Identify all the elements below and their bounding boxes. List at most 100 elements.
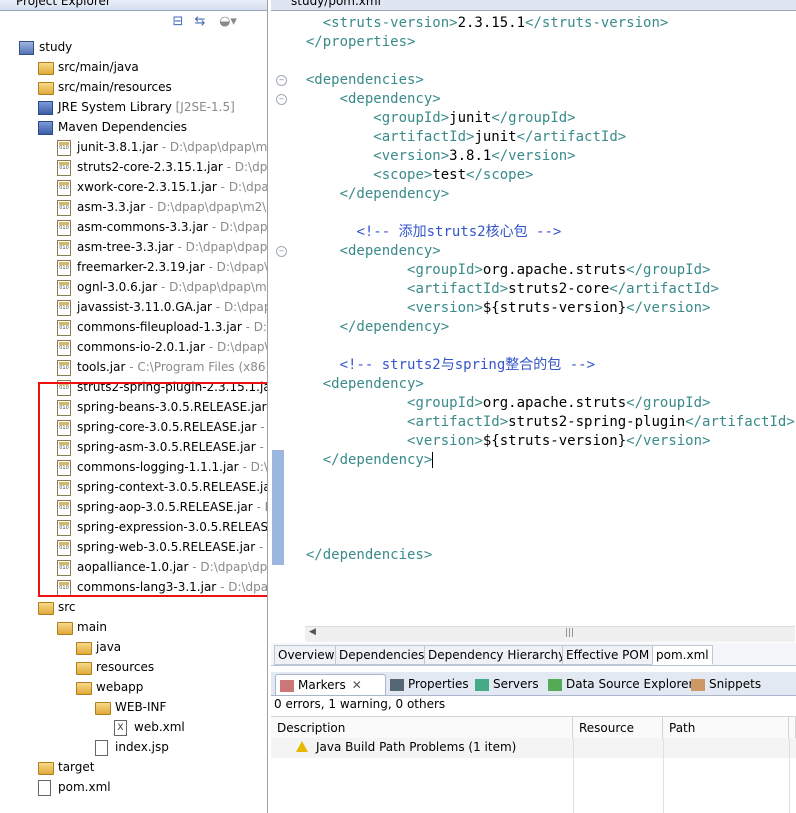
view-tab-servers[interactable]: Servers xyxy=(475,674,539,694)
code-line[interactable]: <version>${struts-version}</version> xyxy=(289,299,710,318)
tree-item[interactable]: src xyxy=(0,597,267,617)
tree-item[interactable]: study xyxy=(0,37,267,57)
tree-item[interactable]: 010 commons-logging-1.1.1.jar - D:\ xyxy=(0,457,267,477)
code-line[interactable]: <groupId>junit</groupId> xyxy=(289,109,575,128)
pom-tab-dependencies[interactable]: Dependencies xyxy=(335,645,429,665)
code-line[interactable]: <scope>test</scope> xyxy=(289,166,533,185)
tree-item[interactable]: JRE System Library [J2SE-1.5] xyxy=(0,97,267,117)
pom-tab-overview[interactable]: Overview xyxy=(274,645,339,665)
tree-item-label: src/main/java xyxy=(58,60,139,74)
link-with-editor-icon[interactable]: ⇆ xyxy=(192,14,208,30)
code-line[interactable]: <groupId>org.apache.struts</groupId> xyxy=(289,261,710,280)
tree-item[interactable]: 010 commons-fileupload-1.3.jar - D:\ xyxy=(0,317,267,337)
tree-item[interactable]: 010 spring-beans-3.0.5.RELEASE.jar - D xyxy=(0,397,267,417)
tree-item[interactable]: 010 asm-3.3.jar - D:\dpap\dpap\m2\ xyxy=(0,197,267,217)
collapse-all-icon[interactable]: ⊟ xyxy=(170,14,186,30)
view-tab-markers[interactable]: Markers ✕ xyxy=(275,674,386,695)
view-tab-data-source-explorer[interactable]: Data Source Explorer xyxy=(548,674,693,694)
view-tab-properties[interactable]: Properties xyxy=(390,674,469,694)
code-line[interactable]: <dependencies> xyxy=(289,71,424,90)
tree-item[interactable]: webapp xyxy=(0,677,267,697)
pom-tab-pom-xml[interactable]: pom.xml xyxy=(652,645,713,665)
xml-value: ${struts-version} xyxy=(482,433,627,449)
editor-tab-pom[interactable]: study/pom.xml xyxy=(291,0,381,8)
tree-item[interactable]: src/main/java xyxy=(0,57,267,77)
scroll-grip-icon[interactable]: ||| xyxy=(565,628,574,638)
code-line[interactable]: </properties> xyxy=(289,33,416,52)
scroll-left-icon[interactable]: ◀ xyxy=(309,627,316,637)
tree-item[interactable]: Xweb.xml xyxy=(0,717,267,737)
tree-item[interactable]: 010 junit-3.8.1.jar - D:\dpap\dpap\m xyxy=(0,137,267,157)
column-header-path[interactable]: Path xyxy=(663,717,789,739)
editor-tab-bar: study/pom.xml xyxy=(271,0,796,11)
tree-item[interactable]: index.jsp xyxy=(0,737,267,757)
tree-item[interactable]: 010 struts2-core-2.3.15.1.jar - D:\dpa xyxy=(0,157,267,177)
tree-item[interactable]: WEB-INF xyxy=(0,697,267,717)
tree-item-label: target xyxy=(58,760,95,774)
tree-item[interactable]: 010 freemarker-2.3.19.jar - D:\dpap\ xyxy=(0,257,267,277)
project-tree[interactable]: study src/main/java src/main/resources JRE … xyxy=(0,37,267,797)
view-tab-label: Data Source Explorer xyxy=(566,677,694,691)
xml-tag: <artifactId> xyxy=(407,414,509,430)
tree-item[interactable]: 010 commons-lang3-3.1.jar - D:\dpa xyxy=(0,577,267,597)
tree-item[interactable]: 010 spring-context-3.0.5.RELEASE.jar xyxy=(0,477,267,497)
jar-icon: 010 xyxy=(57,260,71,276)
tree-item[interactable]: 010 commons-io-2.0.1.jar - D:\dpap\ xyxy=(0,337,267,357)
tree-item[interactable]: main xyxy=(0,617,267,637)
tree-item[interactable]: pom.xml xyxy=(0,777,267,797)
tree-item[interactable]: 010 spring-core-3.0.5.RELEASE.jar - D xyxy=(0,417,267,437)
code-line[interactable]: </dependencies> xyxy=(289,546,432,565)
column-header-resource[interactable]: Resource xyxy=(573,717,663,739)
code-line[interactable]: <!-- struts2与spring整合的包 --> xyxy=(289,356,595,375)
tree-item[interactable]: Maven Dependencies xyxy=(0,117,267,137)
code-line[interactable]: </dependency> xyxy=(289,185,450,204)
xml-tag: </artifactId> xyxy=(609,281,719,297)
close-icon[interactable]: ✕ xyxy=(352,678,362,692)
tree-item[interactable]: 010 aopalliance-1.0.jar - D:\dpap\dp xyxy=(0,557,267,577)
view-menu-icon[interactable]: ◒▾ xyxy=(214,14,242,30)
tree-item[interactable]: 010 ognl-3.0.6.jar - D:\dpap\dpap\m xyxy=(0,277,267,297)
code-line[interactable]: <version>3.8.1</version> xyxy=(289,147,575,166)
code-line[interactable]: <artifactId>struts2-core</artifactId> xyxy=(289,280,719,299)
code-line[interactable]: <struts-version>2.3.15.1</struts-version… xyxy=(289,14,669,33)
markers-table[interactable]: DescriptionResourcePathL Java Build Path… xyxy=(271,716,796,813)
view-title[interactable]: Project Explorer xyxy=(16,0,111,8)
code-line[interactable]: <dependency> xyxy=(289,375,424,394)
tree-item-label: junit-3.8.1.jar - D:\dpap\dpap\m xyxy=(77,140,268,154)
horizontal-scrollbar[interactable]: ◀ ||| xyxy=(305,626,795,642)
tree-item[interactable]: target xyxy=(0,757,267,777)
xml-source-editor[interactable]: <struts-version>2.3.15.1</struts-version… xyxy=(285,11,796,626)
code-line[interactable]: </dependency> xyxy=(289,318,450,337)
tree-item-label: web.xml xyxy=(134,720,185,734)
code-line[interactable]: </dependency> xyxy=(289,451,434,470)
column-header-description[interactable]: Description xyxy=(271,717,573,739)
tree-item[interactable]: 010 spring-web-3.0.5.RELEASE.jar - D xyxy=(0,537,267,557)
pom-tab-effective-pom[interactable]: Effective POM xyxy=(562,645,654,665)
tree-item-label: struts2-spring-plugin-2.3.15.1.jar xyxy=(77,380,268,394)
tree-item[interactable]: 010 tools.jar - C:\Program Files (x86) xyxy=(0,357,267,377)
tree-item[interactable]: 010 asm-commons-3.3.jar - D:\dpap xyxy=(0,217,267,237)
code-line[interactable]: <dependency> xyxy=(289,242,441,261)
table-row[interactable]: Java Build Path Problems (1 item) xyxy=(271,738,796,758)
tree-item[interactable]: 010 asm-tree-3.3.jar - D:\dpap\dpap xyxy=(0,237,267,257)
code-line[interactable]: <dependency> xyxy=(289,90,441,109)
tree-item[interactable]: resources xyxy=(0,657,267,677)
tree-item[interactable]: 010 javassist-3.11.0.GA.jar - D:\dpap\ xyxy=(0,297,267,317)
code-line[interactable]: <artifactId>junit</artifactId> xyxy=(289,128,626,147)
tree-item[interactable]: 010 spring-expression-3.0.5.RELEASE xyxy=(0,517,267,537)
column-header-l[interactable]: L xyxy=(789,717,796,739)
pom-tab-dependency-hierarchy[interactable]: Dependency Hierarchy xyxy=(424,645,570,665)
tree-item[interactable]: 010 spring-asm-3.0.5.RELEASE.jar - D xyxy=(0,437,267,457)
tree-item[interactable]: src/main/resources xyxy=(0,77,267,97)
view-tab-snippets[interactable]: Snippets xyxy=(691,674,761,694)
code-line[interactable]: <version>${struts-version}</version> xyxy=(289,432,710,451)
tree-item-decoration: - D:\dpa xyxy=(216,580,268,594)
tree-item[interactable]: 010 xwork-core-2.3.15.1.jar - D:\dpa xyxy=(0,177,267,197)
code-line[interactable]: <artifactId>struts2-spring-plugin</artif… xyxy=(289,413,795,432)
xml-tag: </scope> xyxy=(466,167,534,183)
code-line[interactable]: <!-- 添加struts2核心包 --> xyxy=(289,223,561,242)
tree-item[interactable]: 010 struts2-spring-plugin-2.3.15.1.jar xyxy=(0,377,267,397)
tree-item[interactable]: 010 spring-aop-3.0.5.RELEASE.jar - D xyxy=(0,497,267,517)
tree-item[interactable]: java xyxy=(0,637,267,657)
code-line[interactable]: <groupId>org.apache.struts</groupId> xyxy=(289,394,710,413)
